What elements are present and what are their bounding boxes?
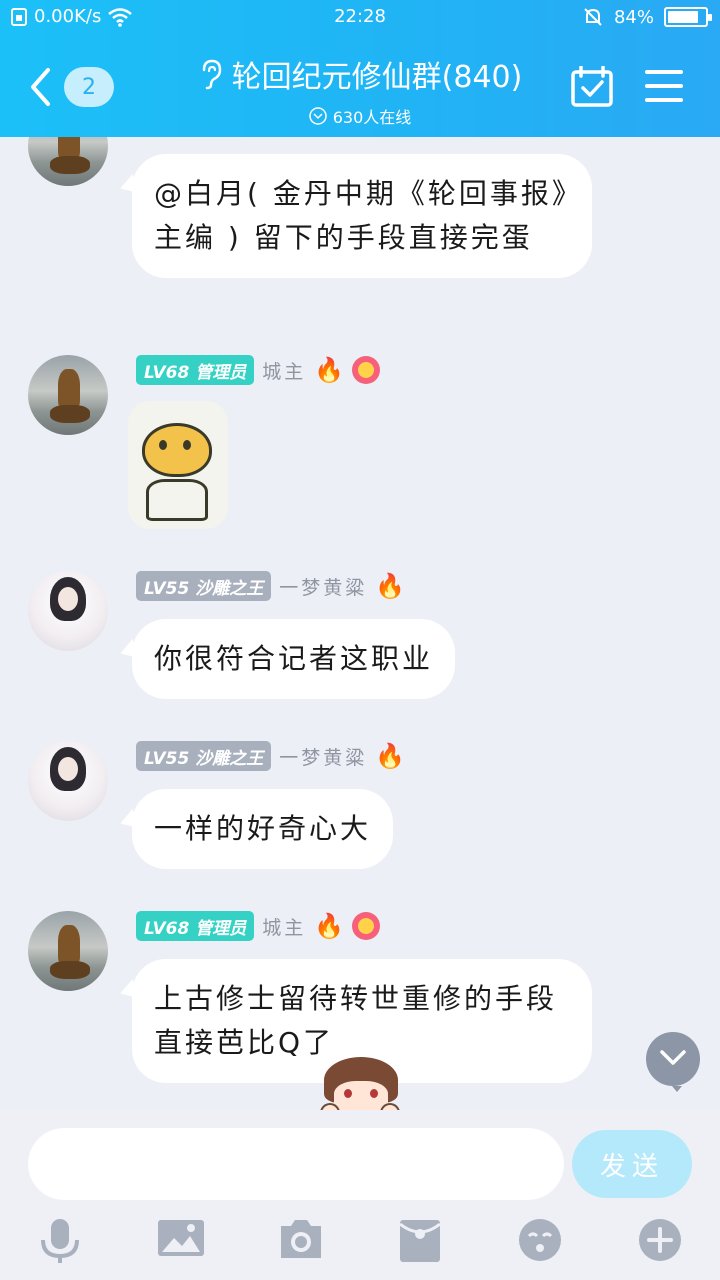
chevron-down-icon bbox=[660, 1050, 686, 1065]
message-bubble[interactable]: 一样的好奇心大 bbox=[132, 789, 394, 869]
microphone-icon bbox=[41, 1219, 79, 1263]
camera-icon bbox=[281, 1220, 321, 1258]
sender-meta: LV68 管理员 城主 🔥 bbox=[136, 355, 381, 385]
online-status: 630人在线 bbox=[130, 104, 590, 128]
emoji-icon bbox=[519, 1219, 561, 1261]
group-title: 轮回纪元修仙群(840) bbox=[231, 60, 523, 95]
message-bubble[interactable]: @白月( 金丹中期《轮回事报》主编 ) 留下的手段直接完蛋 bbox=[132, 154, 592, 278]
menu-button[interactable] bbox=[645, 70, 683, 102]
image-button[interactable] bbox=[158, 1218, 204, 1262]
input-bar: 发送 bbox=[0, 1110, 720, 1206]
plus-icon bbox=[639, 1219, 681, 1261]
avatar[interactable] bbox=[28, 911, 108, 991]
voice-button[interactable] bbox=[38, 1218, 82, 1263]
level-badge: LV55 沙雕之王 bbox=[136, 741, 272, 771]
avatar[interactable] bbox=[28, 137, 108, 186]
flower-badge-icon bbox=[352, 356, 381, 384]
input-toolbar bbox=[0, 1206, 720, 1280]
emoji-button[interactable] bbox=[518, 1218, 562, 1262]
avatar[interactable] bbox=[28, 355, 108, 435]
sender-name[interactable]: 城主 bbox=[262, 357, 306, 384]
message-text: 你很符合记者这职业 bbox=[154, 642, 434, 675]
flower-badge-icon bbox=[352, 912, 381, 940]
sender-meta: LV55 沙雕之王 一梦黄粱 🔥 bbox=[136, 571, 405, 601]
calendar-check-button[interactable] bbox=[570, 65, 614, 108]
fire-icon: 🔥 bbox=[375, 742, 406, 770]
sender-meta: LV55 沙雕之王 一梦黄粱 🔥 bbox=[136, 741, 405, 771]
red-packet-button[interactable] bbox=[399, 1218, 444, 1262]
message-input[interactable] bbox=[28, 1128, 564, 1200]
chat-list[interactable]: @白月( 金丹中期《轮回事报》主编 ) 留下的手段直接完蛋 LV68 管理员 城… bbox=[0, 137, 720, 1110]
fire-icon: 🔥 bbox=[375, 572, 406, 600]
level-badge: LV68 管理员 bbox=[136, 355, 255, 385]
level-badge: LV55 沙雕之王 bbox=[136, 571, 272, 601]
camera-button[interactable] bbox=[278, 1218, 322, 1262]
message-text: 上古修士留待转世重修的手段直接芭比Q了 bbox=[154, 982, 558, 1059]
online-count: 630人在线 bbox=[332, 108, 412, 127]
scroll-to-bottom-button[interactable] bbox=[646, 1032, 700, 1092]
sender-meta: LV68 管理员 城主 🔥 bbox=[136, 911, 381, 941]
chevron-left-icon bbox=[31, 68, 50, 106]
header: 0.00K/s 22:28 84% 2 轮回纪元修仙群(840) 630人在线 bbox=[0, 0, 720, 137]
avatar[interactable] bbox=[28, 571, 108, 651]
avatar[interactable] bbox=[28, 741, 108, 821]
chevron-down-circle-icon bbox=[308, 107, 327, 125]
battery-level bbox=[668, 11, 698, 23]
unread-count-badge: 2 bbox=[64, 67, 114, 107]
battery-icon bbox=[664, 7, 712, 27]
send-button[interactable]: 发送 bbox=[572, 1130, 692, 1198]
message-text: 一样的好奇心大 bbox=[154, 812, 372, 845]
fire-icon: 🔥 bbox=[314, 912, 345, 940]
sender-name[interactable]: 一梦黄粱 bbox=[279, 743, 367, 770]
image-icon bbox=[158, 1220, 204, 1256]
sticker-image[interactable] bbox=[128, 401, 228, 529]
status-bar: 0.00K/s 22:28 84% bbox=[0, 0, 720, 36]
battery-percent: 84% bbox=[613, 6, 654, 28]
back-button[interactable]: 2 bbox=[28, 62, 118, 112]
mute-bell-icon bbox=[584, 8, 602, 26]
message-bubble[interactable]: 你很符合记者这职业 bbox=[132, 619, 456, 699]
mascot-character[interactable] bbox=[318, 1057, 404, 1110]
title-area[interactable]: 轮回纪元修仙群(840) 630人在线 bbox=[130, 52, 590, 128]
calendar-check-icon bbox=[571, 65, 613, 107]
message-text: @白月( 金丹中期《轮回事报》主编 ) 留下的手段直接完蛋 bbox=[154, 177, 569, 254]
sticker-face-icon bbox=[142, 423, 212, 477]
level-badge: LV68 管理员 bbox=[136, 911, 255, 941]
ear-icon bbox=[202, 59, 221, 90]
plus-button[interactable] bbox=[638, 1218, 682, 1262]
sender-name[interactable]: 城主 bbox=[262, 913, 306, 940]
sender-name[interactable]: 一梦黄粱 bbox=[279, 573, 367, 600]
fire-icon: 🔥 bbox=[314, 356, 345, 384]
red-packet-icon bbox=[399, 1220, 441, 1262]
